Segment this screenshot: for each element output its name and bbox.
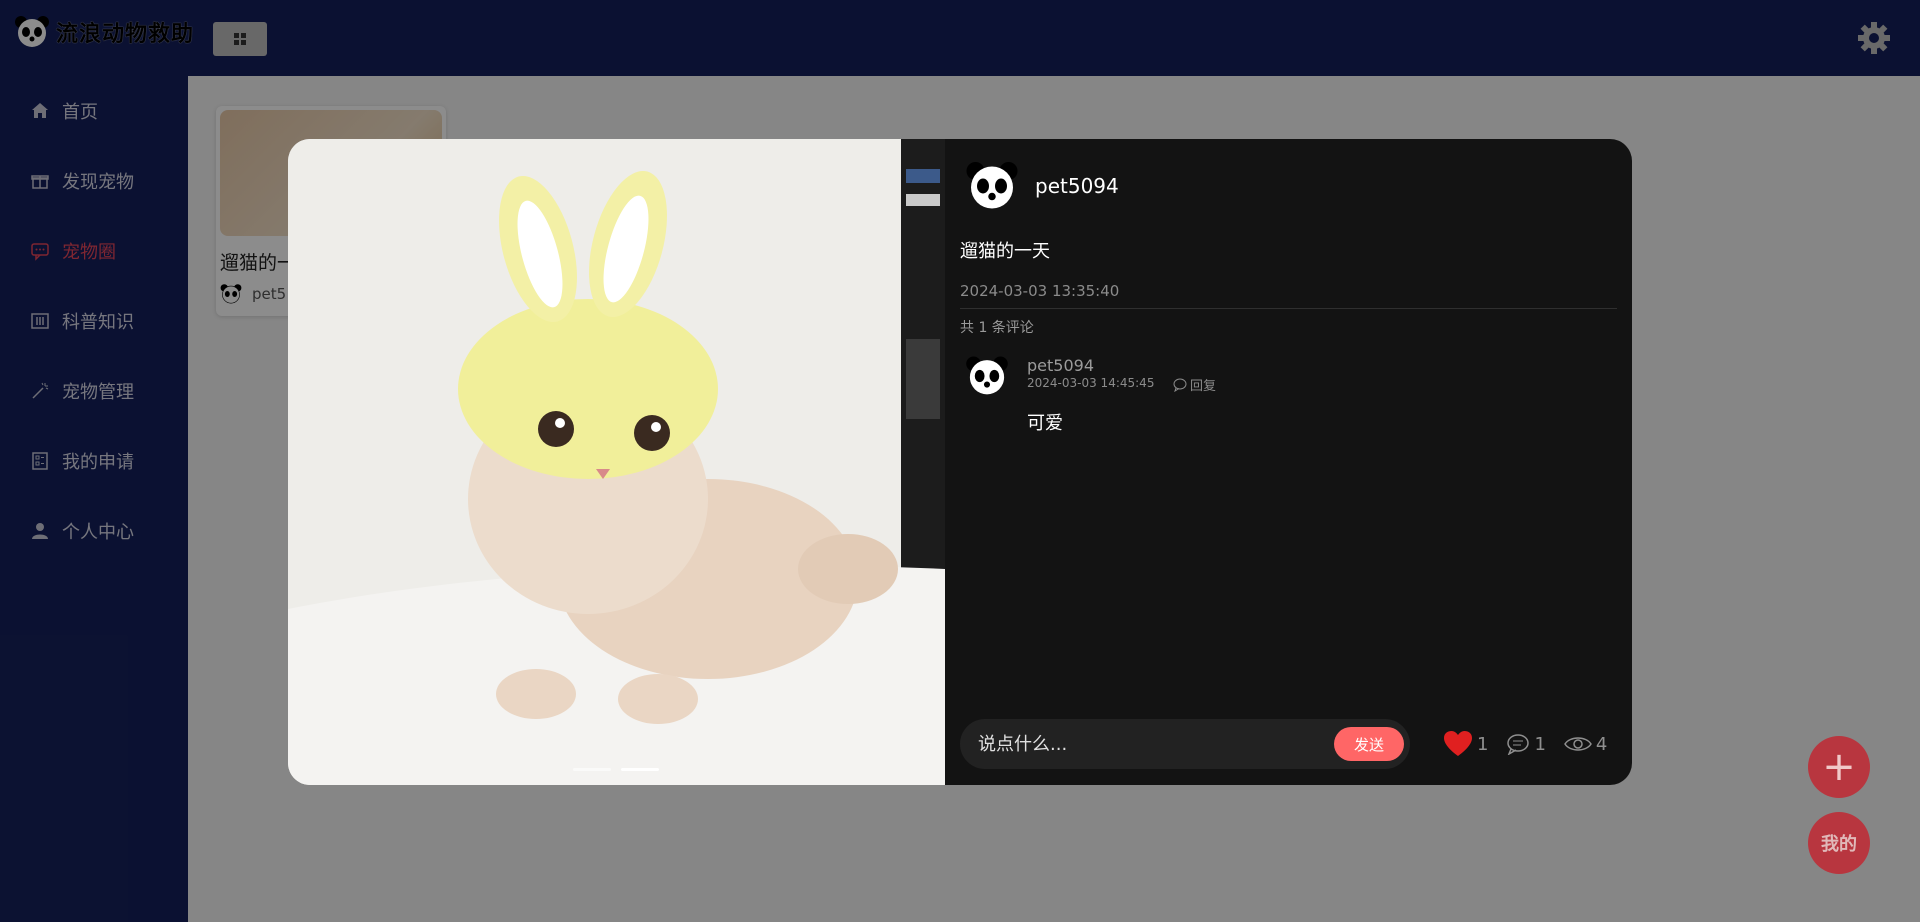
post-detail-panel: pet5094 遛猫的一天 2024-03-03 13:35:40 共 1 条评… <box>945 139 1632 785</box>
comment-icon <box>1507 734 1530 755</box>
comment-item: pet5094 2024-03-03 14:45:45 回复 可爱 <box>965 354 1216 434</box>
post-timestamp: 2024-03-03 13:35:40 <box>960 282 1120 300</box>
comment-stat-count: 1 <box>1534 733 1546 755</box>
add-post-button[interactable]: + <box>1808 736 1870 798</box>
comment-time: 2024-03-03 14:45:45 <box>1027 376 1155 390</box>
panda-avatar-icon <box>966 356 1008 395</box>
comment-stat[interactable]: 1 <box>1506 733 1546 755</box>
my-posts-button[interactable]: 我的 <box>1808 812 1870 874</box>
post-photo[interactable] <box>288 139 945 785</box>
post-detail-modal: pet5094 遛猫的一天 2024-03-03 13:35:40 共 1 条评… <box>288 139 1632 785</box>
slide-dot[interactable] <box>573 768 611 771</box>
view-stat: 4 <box>1564 734 1607 755</box>
panda-avatar-icon <box>966 162 1018 209</box>
cat-photo-illustration <box>288 139 945 785</box>
reply-button[interactable]: 回复 <box>1173 375 1216 394</box>
post-title: 遛猫的一天 <box>960 241 1050 262</box>
slide-indicator <box>573 768 659 771</box>
eye-icon <box>1564 737 1592 751</box>
view-count: 4 <box>1595 733 1608 755</box>
reply-label: 回复 <box>1190 379 1217 394</box>
send-button[interactable]: 发送 <box>1334 727 1404 761</box>
comment-user: pet5094 <box>1027 356 1094 375</box>
like-count: 1 <box>1477 733 1489 755</box>
like-button[interactable]: 1 <box>1443 730 1488 758</box>
comment-count: 共 1 条评论 <box>960 320 1034 336</box>
post-stats: 1 1 4 <box>1443 730 1607 758</box>
divider <box>960 308 1617 309</box>
author-name: pet5094 <box>1035 174 1119 198</box>
heart-icon <box>1444 731 1472 756</box>
comment-input-bar: 发送 <box>960 719 1410 769</box>
slide-dot-active[interactable] <box>621 768 659 771</box>
comment-input[interactable] <box>978 733 1334 755</box>
reply-icon <box>1173 378 1187 392</box>
comment-text: 可爱 <box>1027 413 1063 434</box>
post-author[interactable]: pet5094 <box>965 159 1119 213</box>
